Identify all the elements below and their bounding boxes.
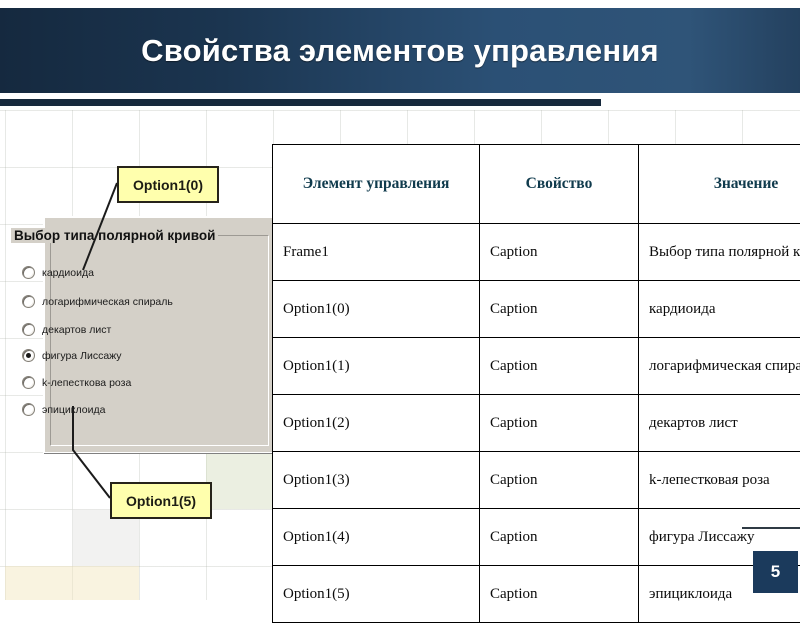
radio-circle-icon[interactable] xyxy=(22,376,35,389)
radio-option-4[interactable]: k-лепесткова роза xyxy=(22,376,131,389)
properties-table: Элемент управления Свойство Значение Fra… xyxy=(272,144,800,623)
radio-circle-icon[interactable] xyxy=(22,323,35,336)
table-header-row: Элемент управления Свойство Значение xyxy=(273,145,800,224)
radio-option-label: фигура Лиссажу xyxy=(42,350,122,362)
radio-option-label: эпициклоида xyxy=(42,404,105,416)
slide-title-banner: Свойства элементов управления xyxy=(0,8,800,93)
cell-property: Caption xyxy=(480,509,639,566)
cell-element: Option1(5) xyxy=(273,566,480,623)
callout-option1-5: Option1(5) xyxy=(110,482,212,519)
cell-element: Option1(0) xyxy=(273,281,480,338)
background-tint-green-left xyxy=(206,452,273,509)
radio-option-0[interactable]: кардиоида xyxy=(22,266,94,279)
cell-value: декартов лист xyxy=(639,395,800,452)
table-row: Option1(1) Caption логарифмическая спира… xyxy=(273,338,800,395)
radio-circle-icon[interactable] xyxy=(22,266,35,279)
radio-option-5[interactable]: эпициклоида xyxy=(22,403,105,416)
cell-property: Caption xyxy=(480,452,639,509)
column-header-element: Элемент управления xyxy=(273,145,480,224)
table-row: Frame1 Caption Выбор типа полярной криво… xyxy=(273,224,800,281)
cell-element: Option1(2) xyxy=(273,395,480,452)
radio-option-label: кардиоида xyxy=(42,267,94,279)
cell-property: Caption xyxy=(480,281,639,338)
radio-option-1[interactable]: логарифмическая спираль xyxy=(22,295,173,308)
radio-option-2[interactable]: декартов лист xyxy=(22,323,111,336)
radio-circle-selected-icon[interactable] xyxy=(22,349,35,362)
cell-property: Caption xyxy=(480,338,639,395)
cell-element: Option1(4) xyxy=(273,509,480,566)
column-header-property: Свойство xyxy=(480,145,639,224)
radio-circle-icon[interactable] xyxy=(22,403,35,416)
table-row: Option1(5) Caption эпициклоида xyxy=(273,566,800,623)
cell-value: логарифмическая спираль xyxy=(639,338,800,395)
cell-element: Frame1 xyxy=(273,224,480,281)
page-number-badge: 5 xyxy=(753,551,798,593)
table-row: Option1(0) Caption кардиоида xyxy=(273,281,800,338)
table-row: Option1(2) Caption декартов лист xyxy=(273,395,800,452)
radio-option-label: k-лепесткова роза xyxy=(42,377,131,389)
column-header-value: Значение xyxy=(639,145,800,224)
cell-element: Option1(1) xyxy=(273,338,480,395)
radio-option-label: логарифмическая спираль xyxy=(42,296,173,308)
table-row: Option1(4) Caption фигура Лиссажу xyxy=(273,509,800,566)
callout-option1-0: Option1(0) xyxy=(117,166,219,203)
cell-property: Caption xyxy=(480,395,639,452)
cell-value: k-лепестковая роза xyxy=(639,452,800,509)
table-row: Option1(3) Caption k-лепестковая роза xyxy=(273,452,800,509)
banner-underline-rule xyxy=(0,99,601,106)
cell-element: Option1(3) xyxy=(273,452,480,509)
background-tint-beige-left xyxy=(5,566,139,600)
cell-property: Caption xyxy=(480,566,639,623)
cell-value: Выбор типа полярной кривой xyxy=(639,224,800,281)
cell-value: кардиоида xyxy=(639,281,800,338)
vb-frame-caption: Выбор типа полярной кривой xyxy=(11,228,218,243)
radio-option-3[interactable]: фигура Лиссажу xyxy=(22,349,122,362)
cell-property: Caption xyxy=(480,224,639,281)
radio-circle-icon[interactable] xyxy=(22,295,35,308)
page-title: Свойства элементов управления xyxy=(141,33,659,69)
radio-option-label: декартов лист xyxy=(42,324,111,336)
